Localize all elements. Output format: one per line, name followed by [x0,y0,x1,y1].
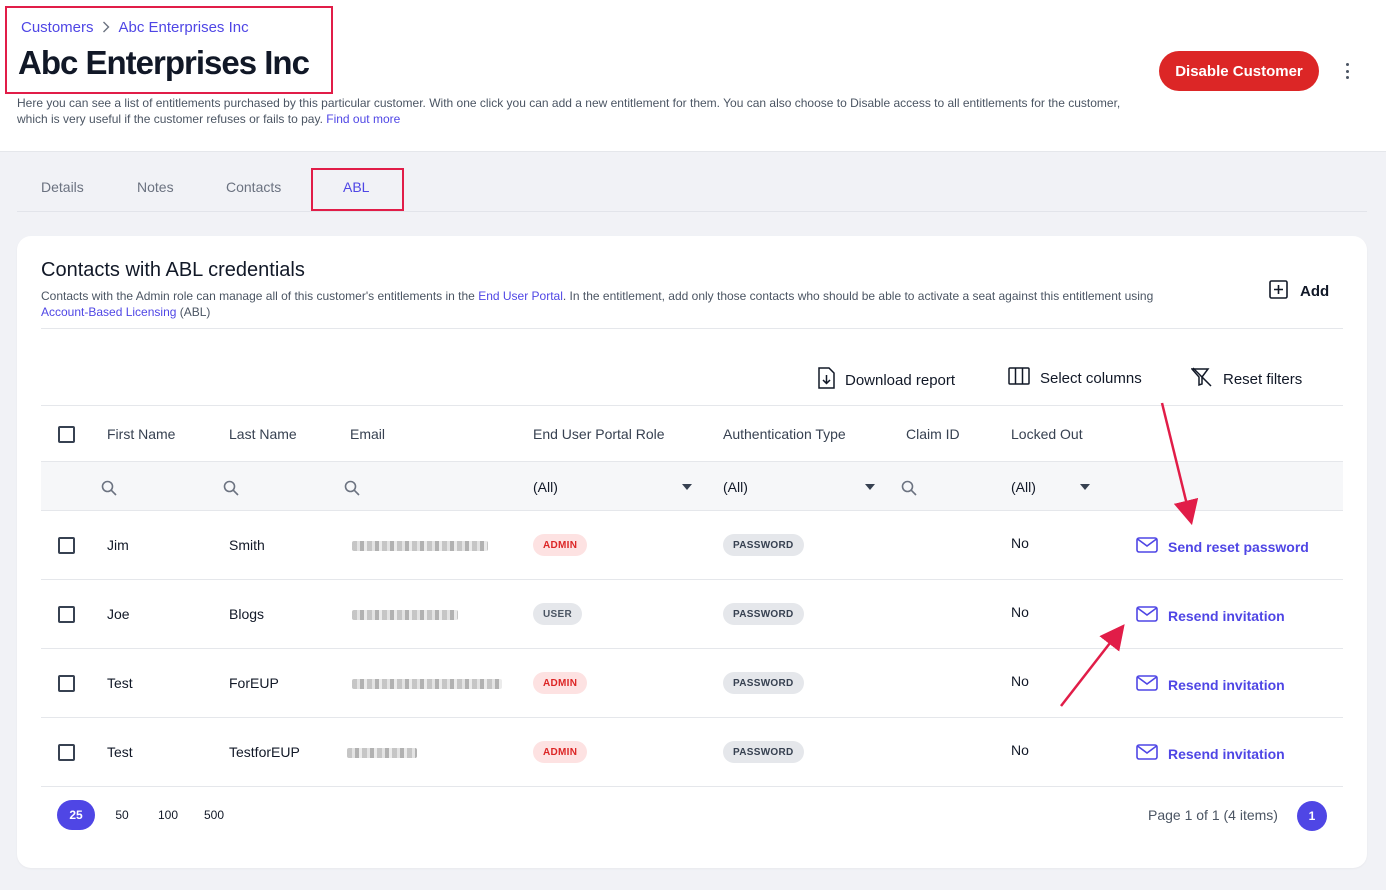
select-columns-button[interactable]: Select columns [1008,367,1142,389]
tab-details[interactable]: Details [41,179,84,195]
table-row: Test ForEUP ADMIN PASSWORD No Resend inv… [41,649,1343,718]
abl-contacts-card: Contacts with ABL credentials Contacts w… [17,236,1367,868]
locked-out-value: No [1011,604,1029,620]
locked-out-value: No [1011,742,1029,758]
email-redacted [347,748,417,758]
last-name: Blogs [229,606,265,622]
select-all-checkbox[interactable] [58,426,75,443]
table-filter-row: (All) (All) (All) [41,462,1343,511]
reset-filters-button[interactable]: Reset filters [1190,367,1302,391]
tab-notes[interactable]: Notes [137,179,174,195]
mail-icon [1136,537,1158,556]
first-name: Test [107,675,133,691]
first-name: Joe [107,606,130,622]
annotation-highlight-title [5,6,333,94]
add-contact-button[interactable]: Add [1269,280,1329,303]
filter-off-icon [1190,367,1213,391]
auth-badge: PASSWORD [723,741,804,763]
email-redacted [352,679,502,689]
table-row: Test TestforEUP ADMIN PASSWORD No Resend… [41,718,1343,787]
header-claim-id[interactable]: Claim ID [906,426,960,442]
table-row: Jim Smith ADMIN PASSWORD No Send reset p… [41,511,1343,580]
divider [41,328,1343,329]
mail-icon [1136,675,1158,694]
page-size-selector: 25 50 100 500 [57,800,241,830]
row-checkbox[interactable] [58,537,75,554]
row-checkbox[interactable] [58,675,75,692]
page-size-50[interactable]: 50 [103,800,141,830]
columns-icon [1008,367,1030,389]
page-description: Here you can see a list of entitlements … [17,96,1121,126]
header-locked-out[interactable]: Locked Out [1011,426,1083,442]
search-icon[interactable] [101,480,117,501]
header-last-name[interactable]: Last Name [229,426,297,442]
auth-badge: PASSWORD [723,534,804,556]
last-name: TestforEUP [229,744,300,760]
resend-invitation-button[interactable]: Resend invitation [1136,675,1285,694]
first-name: Test [107,744,133,760]
page-info: Page 1 of 1 (4 items) [1148,807,1278,823]
mail-icon [1136,606,1158,625]
email-redacted [352,610,458,620]
page-button-1[interactable]: 1 [1297,801,1327,831]
chevron-down-icon[interactable] [1080,484,1090,490]
search-icon[interactable] [901,480,917,501]
page-size-500[interactable]: 500 [195,800,233,830]
auth-badge: PASSWORD [723,603,804,625]
header-first-name[interactable]: First Name [107,426,175,442]
account-based-licensing-link[interactable]: Account-Based Licensing [41,305,176,319]
auth-badge: PASSWORD [723,672,804,694]
table-header-row: First Name Last Name Email End User Port… [41,405,1343,462]
card-title: Contacts with ABL credentials [41,259,305,281]
page-size-100[interactable]: 100 [149,800,187,830]
download-report-button[interactable]: Download report [817,367,955,393]
plus-square-icon [1269,280,1288,303]
row-checkbox[interactable] [58,744,75,761]
send-reset-password-button[interactable]: Send reset password [1136,537,1309,556]
tab-contacts[interactable]: Contacts [226,179,281,195]
last-name: ForEUP [229,675,279,691]
chevron-down-icon[interactable] [865,484,875,490]
email-redacted [352,541,488,551]
locked-out-value: No [1011,673,1029,689]
auth-filter-select[interactable]: (All) [723,479,748,495]
download-file-icon [817,367,835,393]
header-auth-type[interactable]: Authentication Type [723,426,846,442]
locked-out-value: No [1011,535,1029,551]
table-row: Joe Blogs USER PASSWORD No Resend invita… [41,580,1343,649]
search-icon[interactable] [344,480,360,501]
chevron-down-icon[interactable] [682,484,692,490]
resend-invitation-button[interactable]: Resend invitation [1136,744,1285,763]
search-icon[interactable] [223,480,239,501]
role-badge: USER [533,603,582,625]
last-name: Smith [229,537,265,553]
tab-bar: Details Notes Contacts ABL [17,165,1367,212]
card-description: Contacts with the Admin role can manage … [41,289,1154,319]
annotation-highlight-tab [311,168,404,211]
find-out-more-link[interactable]: Find out more [326,112,400,126]
first-name: Jim [107,537,129,553]
disable-customer-button[interactable]: Disable Customer [1159,51,1319,91]
header-role[interactable]: End User Portal Role [533,426,665,442]
locked-filter-select[interactable]: (All) [1011,479,1036,495]
role-badge: ADMIN [533,672,588,694]
page-size-25[interactable]: 25 [57,800,95,830]
role-badge: ADMIN [533,741,588,763]
role-badge: ADMIN [533,534,588,556]
role-filter-select[interactable]: (All) [533,479,558,495]
end-user-portal-link[interactable]: End User Portal [478,289,563,303]
header-email[interactable]: Email [350,426,385,442]
resend-invitation-button[interactable]: Resend invitation [1136,606,1285,625]
more-options-icon[interactable] [1337,60,1357,82]
mail-icon [1136,744,1158,763]
row-checkbox[interactable] [58,606,75,623]
